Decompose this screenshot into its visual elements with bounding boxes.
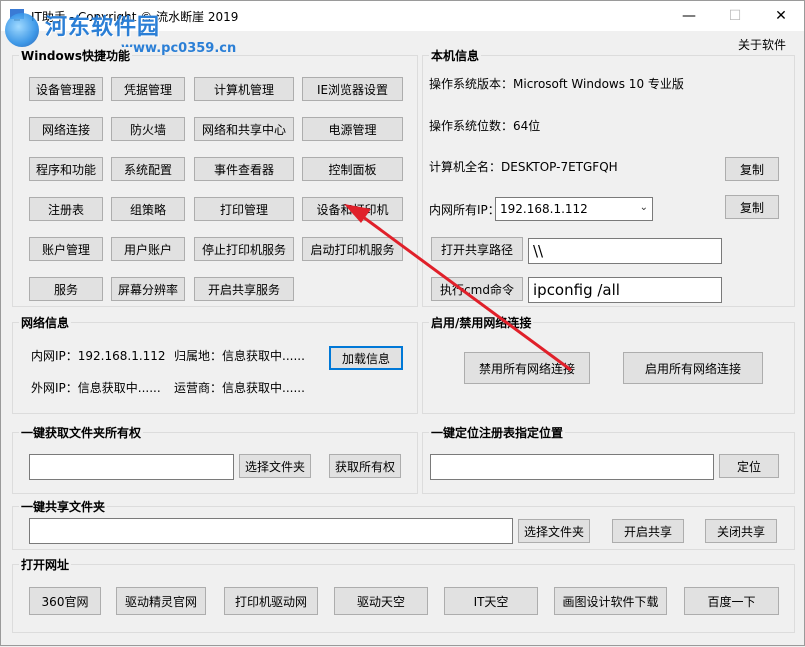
url-printer-driver-button[interactable]: 打印机驱动网	[224, 587, 318, 615]
maximize-button[interactable]: ☐	[712, 1, 758, 31]
credential-manager-button[interactable]: 凭据管理	[111, 77, 185, 101]
share-path-input[interactable]: \\	[528, 238, 722, 264]
wan-ip-text: 外网IP：信息获取中......	[31, 381, 161, 395]
group-policy-button[interactable]: 组策略	[111, 197, 185, 221]
event-viewer-button[interactable]: 事件查看器	[194, 157, 294, 181]
programs-features-button[interactable]: 程序和功能	[29, 157, 103, 181]
power-management-button[interactable]: 电源管理	[302, 117, 403, 141]
url-design-software-button[interactable]: 画图设计软件下载	[554, 587, 667, 615]
take-ownership-button[interactable]: 获取所有权	[329, 454, 401, 478]
lan-ip-select-value: 192.168.1.112	[500, 202, 588, 216]
firewall-button[interactable]: 防火墙	[111, 117, 185, 141]
ie-settings-button[interactable]: IE浏览器设置	[302, 77, 403, 101]
network-connections-button[interactable]: 网络连接	[29, 117, 103, 141]
url-driver-genius-button[interactable]: 驱动精灵官网	[116, 587, 206, 615]
open-share-path-button[interactable]: 打开共享路径	[431, 237, 523, 261]
network-info-title: 网络信息	[19, 314, 72, 331]
close-button[interactable]: ✕	[758, 1, 804, 31]
device-manager-button[interactable]: 设备管理器	[29, 77, 103, 101]
enable-all-network-button[interactable]: 启用所有网络连接	[623, 352, 763, 384]
os-version-label: 操作系统版本：Microsoft Windows 10 专业版	[429, 77, 684, 91]
cmd-input[interactable]: ipconfig /all	[528, 277, 722, 303]
url-driver-sky-button[interactable]: 驱动天空	[334, 587, 428, 615]
about-link[interactable]: 关于软件	[738, 36, 786, 53]
system-config-button[interactable]: 系统配置	[111, 157, 185, 181]
url-baidu-button[interactable]: 百度一下	[684, 587, 779, 615]
stop-sharing-button[interactable]: 关闭共享	[705, 519, 777, 543]
chevron-down-icon: ⌄	[639, 202, 648, 213]
print-management-button[interactable]: 打印管理	[194, 197, 294, 221]
lan-ip-label: 内网所有IP：	[429, 203, 500, 217]
app-window: IT助手 - Copyright © 流水断崖 2019 — ☐ ✕ 河东软件园…	[0, 0, 805, 646]
folder-owner-input[interactable]	[29, 454, 234, 480]
lan-ip-text: 内网IP：192.168.1.112	[31, 349, 166, 363]
location-text: 归属地：信息获取中......	[174, 349, 305, 363]
network-sharing-center-button[interactable]: 网络和共享中心	[194, 117, 294, 141]
enable-sharing-service-button[interactable]: 开启共享服务	[194, 277, 294, 301]
load-info-button[interactable]: 加载信息	[329, 346, 403, 370]
title-bar: IT助手 - Copyright © 流水断崖 2019 — ☐ ✕	[1, 1, 804, 31]
copy-computer-name-button[interactable]: 复制	[725, 157, 779, 181]
windows-shortcuts-title: Windows快捷功能	[19, 47, 132, 64]
share-folder-title: 一键共享文件夹	[19, 498, 108, 515]
url-360-button[interactable]: 360官网	[29, 587, 101, 615]
app-icon	[10, 9, 24, 21]
registry-path-input[interactable]	[430, 454, 714, 480]
registry-locate-button[interactable]: 定位	[719, 454, 779, 478]
network-toggle-title: 启用/禁用网络连接	[429, 314, 534, 331]
screen-resolution-button[interactable]: 屏幕分辨率	[111, 277, 185, 301]
run-cmd-button[interactable]: 执行cmd命令	[431, 277, 523, 301]
devices-printers-button[interactable]: 设备和打印机	[302, 197, 403, 221]
copy-lan-ip-button[interactable]: 复制	[725, 195, 779, 219]
computer-management-button[interactable]: 计算机管理	[194, 77, 294, 101]
registry-button[interactable]: 注册表	[29, 197, 103, 221]
disable-all-network-button[interactable]: 禁用所有网络连接	[464, 352, 590, 384]
minimize-button[interactable]: —	[666, 1, 712, 31]
open-urls-title: 打开网址	[19, 556, 72, 573]
window-title: IT助手 - Copyright © 流水断崖 2019	[31, 10, 239, 24]
lan-ip-select[interactable]: 192.168.1.112 ⌄	[495, 197, 653, 221]
url-it-sky-button[interactable]: IT天空	[444, 587, 538, 615]
folder-owner-select-button[interactable]: 选择文件夹	[239, 454, 311, 478]
local-info-group: 本机信息	[422, 47, 795, 307]
share-folder-select-button[interactable]: 选择文件夹	[518, 519, 590, 543]
registry-title: 一键定位注册表指定位置	[429, 424, 566, 441]
watermark-url: www.pc0359.cn	[121, 41, 237, 56]
local-info-title: 本机信息	[429, 47, 482, 64]
start-sharing-button[interactable]: 开启共享	[612, 519, 684, 543]
isp-text: 运营商：信息获取中......	[174, 381, 305, 395]
user-accounts-button[interactable]: 用户账户	[111, 237, 185, 261]
start-printer-service-button[interactable]: 启动打印机服务	[302, 237, 403, 261]
stop-printer-service-button[interactable]: 停止打印机服务	[194, 237, 294, 261]
services-button[interactable]: 服务	[29, 277, 103, 301]
folder-owner-title: 一键获取文件夹所有权	[19, 424, 144, 441]
os-bits-label: 操作系统位数：64位	[429, 119, 541, 133]
account-management-button[interactable]: 账户管理	[29, 237, 103, 261]
control-panel-button[interactable]: 控制面板	[302, 157, 403, 181]
computer-name-label: 计算机全名：DESKTOP-7ETGFQH	[429, 160, 618, 174]
share-folder-input[interactable]	[29, 518, 513, 544]
